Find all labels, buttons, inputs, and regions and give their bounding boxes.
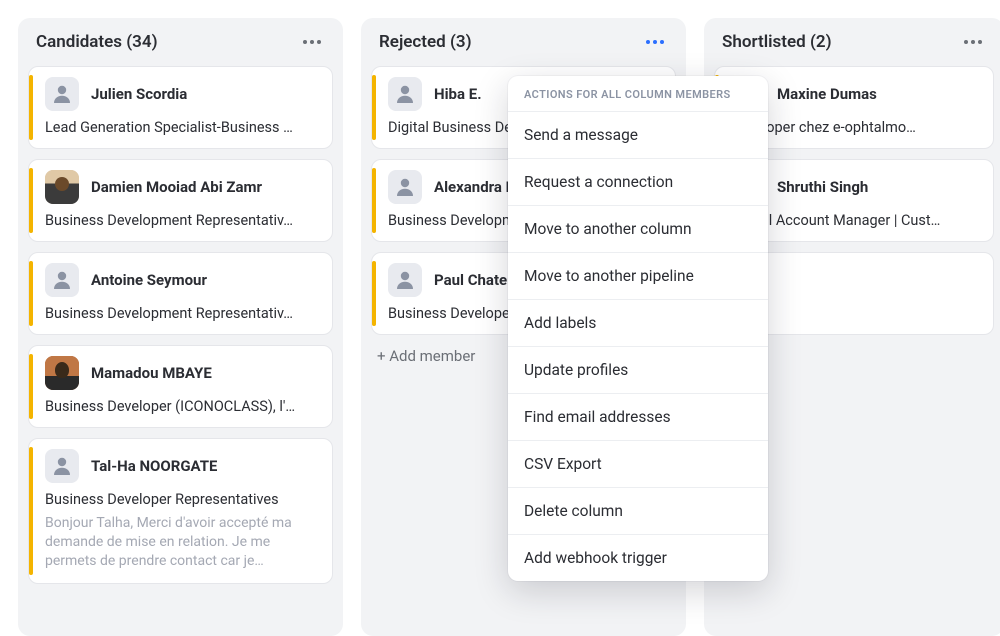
kanban-board: Candidates (34) Julien Scordia Lead Gene… (0, 0, 1000, 636)
more-icon[interactable] (960, 36, 986, 48)
action-csv-export[interactable]: CSV Export (508, 441, 768, 488)
candidate-subtitle: Business Development Representativ… (41, 305, 320, 322)
column-title: Shortlisted (2) (722, 32, 832, 52)
candidate-subtitle: Business Developer Representatives (41, 491, 320, 508)
candidate-note: Bonjour Talha, Merci d'avoir accepté ma … (41, 514, 320, 571)
candidate-card[interactable]: Tal-Ha NOORGATE Business Developer Repre… (28, 438, 333, 584)
more-icon[interactable] (642, 36, 668, 48)
avatar (45, 77, 79, 111)
avatar (388, 170, 422, 204)
action-request-connection[interactable]: Request a connection (508, 159, 768, 206)
card-list: Julien Scordia Lead Generation Specialis… (28, 66, 333, 584)
candidate-name: Tal-Ha NOORGATE (91, 457, 217, 475)
column-title: Rejected (3) (379, 32, 472, 52)
candidate-name: Hiba E. (434, 85, 482, 103)
action-find-emails[interactable]: Find email addresses (508, 394, 768, 441)
candidate-name: Antoine Seymour (91, 271, 207, 289)
candidate-name: Mamadou MBAYE (91, 364, 212, 382)
action-send-message[interactable]: Send a message (508, 112, 768, 159)
candidate-name: Maxine Dumas (777, 85, 877, 103)
candidate-subtitle: Business Development Representativ… (41, 212, 320, 229)
column-header: Shortlisted (2) (714, 32, 994, 66)
column-header: Rejected (3) (371, 32, 676, 66)
candidate-card[interactable]: Mamadou MBAYE Business Developer (ICONOC… (28, 345, 333, 428)
candidate-name: Julien Scordia (91, 85, 187, 103)
candidate-card[interactable]: Julien Scordia Lead Generation Specialis… (28, 66, 333, 149)
avatar (45, 263, 79, 297)
action-move-pipeline[interactable]: Move to another pipeline (508, 253, 768, 300)
avatar (45, 449, 79, 483)
avatar (45, 356, 79, 390)
column-header: Candidates (34) (28, 32, 333, 66)
candidate-name: Damien Mooiad Abi Zamr (91, 178, 262, 196)
candidate-name: Paul Chatel (434, 271, 511, 289)
avatar (45, 170, 79, 204)
dropdown-header: ACTIONS FOR ALL COLUMN MEMBERS (508, 76, 768, 112)
action-delete-column[interactable]: Delete column (508, 488, 768, 535)
column-actions-dropdown: ACTIONS FOR ALL COLUMN MEMBERS Send a me… (508, 76, 768, 581)
candidate-name: Shruthi Singh (777, 178, 868, 196)
candidate-name: Alexandra L. (434, 178, 518, 196)
candidate-subtitle: Business Developer (ICONOCLASS), l'… (41, 398, 320, 415)
avatar (388, 77, 422, 111)
action-move-column[interactable]: Move to another column (508, 206, 768, 253)
avatar (388, 263, 422, 297)
candidate-subtitle: Lead Generation Specialist-Business … (41, 119, 320, 136)
column-candidates: Candidates (34) Julien Scordia Lead Gene… (18, 18, 343, 636)
more-icon[interactable] (299, 36, 325, 48)
column-title: Candidates (34) (36, 32, 158, 52)
candidate-card[interactable]: Antoine Seymour Business Development Rep… (28, 252, 333, 335)
action-update-profiles[interactable]: Update profiles (508, 347, 768, 394)
action-add-webhook[interactable]: Add webhook trigger (508, 535, 768, 581)
action-add-labels[interactable]: Add labels (508, 300, 768, 347)
candidate-card[interactable]: Damien Mooiad Abi Zamr Business Developm… (28, 159, 333, 242)
